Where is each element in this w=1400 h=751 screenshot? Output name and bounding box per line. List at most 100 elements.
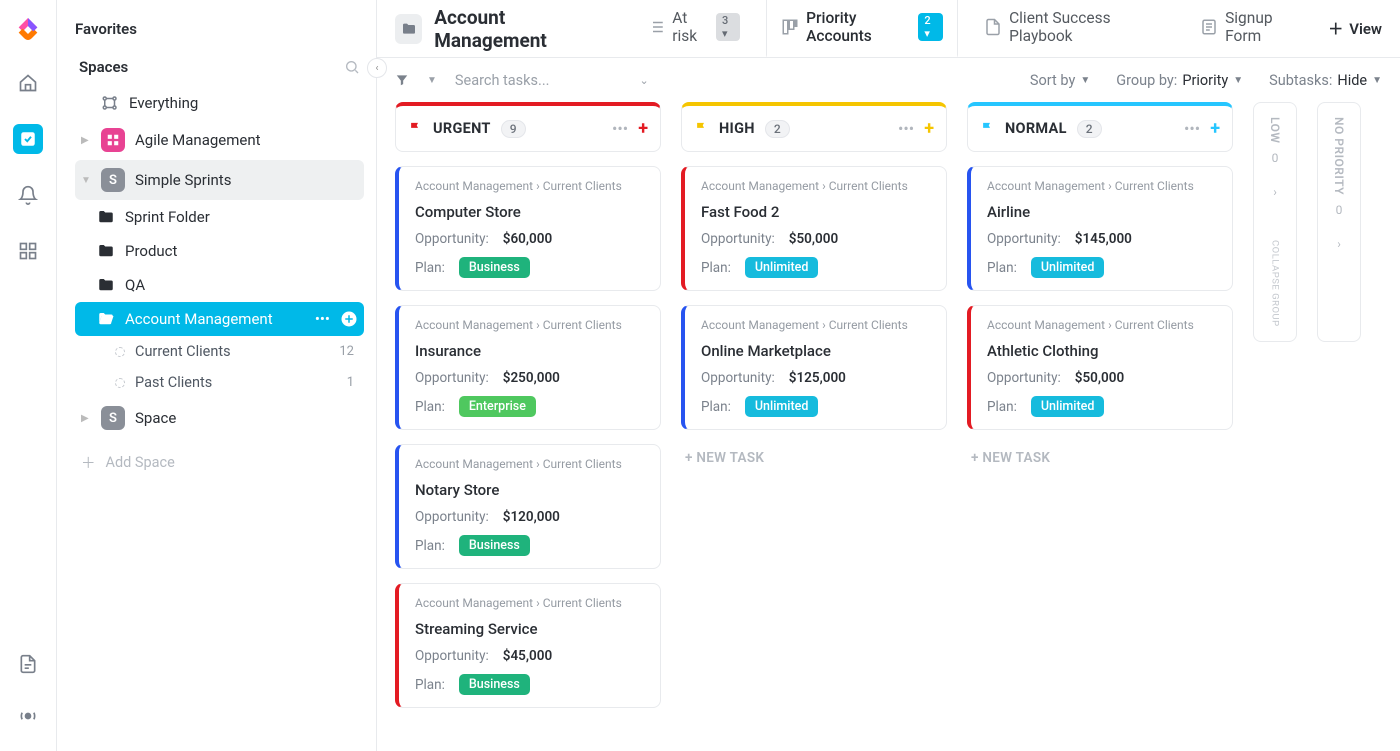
plan-label: Plan: bbox=[987, 260, 1017, 276]
collapsed-column[interactable]: LOW 0 › COLLAPSE GROUP bbox=[1253, 102, 1297, 342]
plan-label: Plan: bbox=[415, 399, 445, 415]
add-task-icon[interactable]: + bbox=[638, 118, 648, 139]
column-count: 9 bbox=[501, 120, 526, 138]
column-count: 2 bbox=[765, 120, 790, 138]
folder-icon bbox=[97, 208, 115, 226]
add-icon[interactable] bbox=[340, 310, 358, 328]
group-control[interactable]: Group by: Priority▼ bbox=[1116, 72, 1243, 89]
notifications-icon[interactable] bbox=[13, 180, 43, 210]
folder-label: Sprint Folder bbox=[125, 208, 210, 226]
plan-label: Plan: bbox=[701, 260, 731, 276]
sidebar-space-agile[interactable]: ▶ Agile Management bbox=[75, 120, 364, 160]
add-view-button[interactable]: ＋ View bbox=[1328, 18, 1382, 39]
sidebar-folder-sprint[interactable]: Sprint Folder bbox=[75, 200, 364, 234]
task-card[interactable]: Account Management›Current Clients Athle… bbox=[967, 305, 1233, 430]
space-label: Space bbox=[135, 409, 176, 427]
opp-value: $120,000 bbox=[503, 509, 560, 525]
sort-control[interactable]: Sort by▼ bbox=[1030, 72, 1090, 89]
search-icon[interactable] bbox=[344, 59, 360, 75]
sidebar-everything[interactable]: Everything bbox=[75, 86, 364, 120]
plan-label: Plan: bbox=[415, 677, 445, 693]
sidebar-folder-qa[interactable]: QA bbox=[75, 268, 364, 302]
folder-icon bbox=[97, 242, 115, 260]
column-header[interactable]: HIGH 2 ••• + bbox=[681, 102, 947, 152]
view-label: View bbox=[1349, 20, 1382, 38]
list-status-icon bbox=[115, 378, 125, 388]
tasks-icon[interactable] bbox=[13, 124, 43, 154]
folder-open-icon bbox=[97, 310, 115, 328]
plan-label: Plan: bbox=[415, 260, 445, 276]
home-icon[interactable] bbox=[13, 68, 43, 98]
filter-icon[interactable] bbox=[395, 73, 409, 87]
task-card[interactable]: Account Management›Current Clients Fast … bbox=[681, 166, 947, 291]
breadcrumb: Account Management›Current Clients bbox=[415, 596, 646, 610]
plus-icon: ＋ bbox=[81, 452, 96, 473]
task-card[interactable]: Account Management›Current Clients Airli… bbox=[967, 166, 1233, 291]
sidebar-folder-account-mgmt[interactable]: Account Management ••• bbox=[75, 302, 364, 336]
tab-label: At risk bbox=[672, 9, 709, 45]
chevron-right-icon: › bbox=[1337, 237, 1341, 251]
app-logo-icon[interactable] bbox=[14, 18, 42, 42]
folder-label: Product bbox=[125, 242, 177, 260]
opp-value: $45,000 bbox=[503, 648, 552, 664]
new-task-button[interactable]: + NEW TASK bbox=[967, 444, 1233, 472]
doc-icon bbox=[984, 18, 1002, 36]
column-header[interactable]: NORMAL 2 ••• + bbox=[967, 102, 1233, 152]
flag-icon bbox=[408, 121, 423, 136]
tab-label: Client Success Playbook bbox=[1009, 9, 1160, 45]
opp-label: Opportunity: bbox=[987, 231, 1061, 247]
tab-label: Signup Form bbox=[1225, 9, 1302, 45]
card-title: Notary Store bbox=[415, 481, 646, 499]
opp-value: $60,000 bbox=[503, 231, 552, 247]
docs-icon[interactable] bbox=[13, 649, 43, 679]
add-task-icon[interactable]: + bbox=[1210, 118, 1220, 139]
more-icon[interactable]: ••• bbox=[898, 119, 914, 138]
space-label: Agile Management bbox=[135, 131, 261, 149]
sidebar-list-past-clients[interactable]: Past Clients 1 bbox=[75, 367, 364, 398]
task-card[interactable]: Account Management›Current Clients Onlin… bbox=[681, 305, 947, 430]
card-title: Airline bbox=[987, 203, 1218, 221]
apps-icon[interactable] bbox=[13, 236, 43, 266]
opp-value: $125,000 bbox=[789, 370, 846, 386]
record-icon[interactable] bbox=[13, 701, 43, 731]
task-card[interactable]: Account Management›Current Clients Insur… bbox=[395, 305, 661, 430]
main-area: ‹ Account Management At risk 3 ▾ Priorit… bbox=[377, 0, 1400, 751]
collapsed-column[interactable]: NO PRIORITY 0 › bbox=[1317, 102, 1361, 342]
plan-badge: Unlimited bbox=[745, 257, 819, 278]
search-input[interactable]: Search tasks... ⌄ bbox=[455, 72, 649, 89]
tab-priority-accounts[interactable]: Priority Accounts 2 ▾ bbox=[766, 0, 958, 58]
task-card[interactable]: Account Management›Current Clients Compu… bbox=[395, 166, 661, 291]
collapse-sidebar-icon[interactable]: ‹ bbox=[367, 58, 387, 78]
add-task-icon[interactable]: + bbox=[924, 118, 934, 139]
spaces-header[interactable]: Spaces bbox=[79, 58, 128, 76]
more-icon[interactable]: ••• bbox=[612, 119, 628, 138]
new-task-button[interactable]: + NEW TASK bbox=[681, 444, 947, 472]
tab-at-risk[interactable]: At risk 3 ▾ bbox=[633, 0, 754, 58]
breadcrumb: Account Management›Current Clients bbox=[415, 179, 646, 193]
sidebar-folder-product[interactable]: Product bbox=[75, 234, 364, 268]
board-icon bbox=[781, 18, 799, 36]
tab-signup-form[interactable]: Signup Form bbox=[1186, 0, 1316, 58]
plan-label: Plan: bbox=[701, 399, 731, 415]
task-card[interactable]: Account Management›Current Clients Strea… bbox=[395, 583, 661, 708]
more-icon[interactable]: ••• bbox=[1184, 119, 1200, 138]
topbar: ‹ Account Management At risk 3 ▾ Priorit… bbox=[377, 0, 1400, 58]
plan-badge: Unlimited bbox=[1031, 396, 1105, 417]
space-icon bbox=[101, 128, 125, 152]
collapsed-name: LOW bbox=[1268, 117, 1282, 143]
flag-icon bbox=[980, 121, 995, 136]
opp-value: $50,000 bbox=[1075, 370, 1124, 386]
flag-icon bbox=[694, 121, 709, 136]
opp-value: $250,000 bbox=[503, 370, 560, 386]
subtasks-control[interactable]: Subtasks: Hide▼ bbox=[1269, 72, 1382, 89]
sidebar-list-current-clients[interactable]: Current Clients 12 bbox=[75, 336, 364, 367]
tab-client-success[interactable]: Client Success Playbook bbox=[970, 0, 1174, 58]
add-space-button[interactable]: ＋ Add Space bbox=[75, 438, 364, 487]
sidebar-space-sprints[interactable]: ▼ S Simple Sprints bbox=[75, 160, 364, 200]
column-header[interactable]: URGENT 9 ••• + bbox=[395, 102, 661, 152]
task-card[interactable]: Account Management›Current Clients Notar… bbox=[395, 444, 661, 569]
sidebar-space-3[interactable]: ▶ S Space bbox=[75, 398, 364, 438]
more-icon[interactable]: ••• bbox=[315, 310, 330, 328]
card-title: Computer Store bbox=[415, 203, 646, 221]
favorites-header[interactable]: Favorites bbox=[75, 10, 364, 48]
